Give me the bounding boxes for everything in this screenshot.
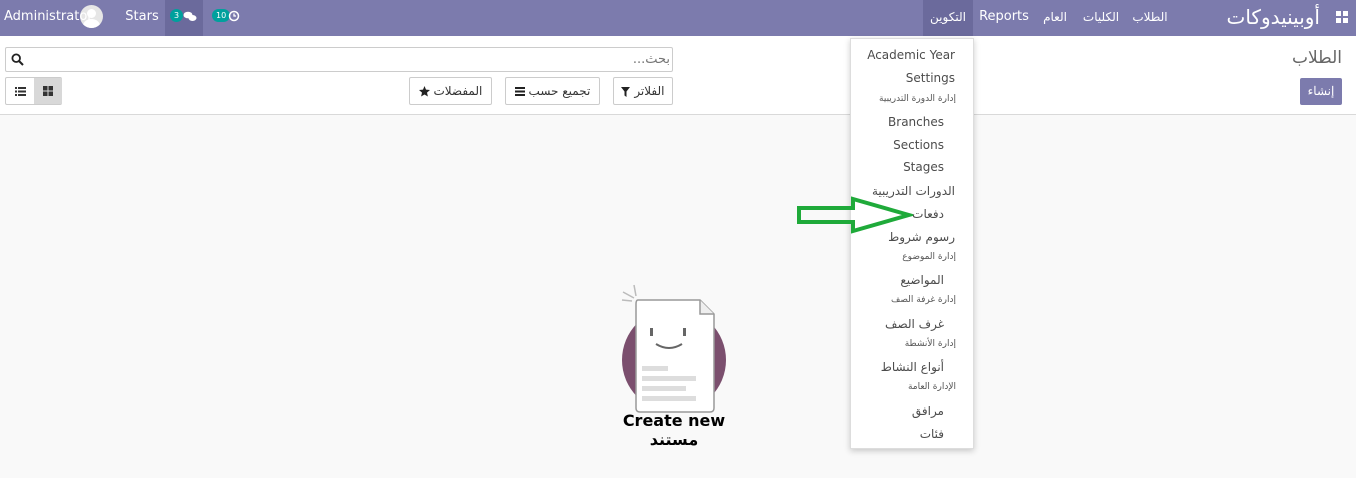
menu-colleges[interactable]: الكليات [1080,0,1122,36]
dropdown-item-subjects[interactable]: المواضيع [900,273,944,287]
list-view-button[interactable] [6,78,34,104]
list-icon [15,87,26,96]
bars-icon [514,87,525,96]
chat-bubbles-icon [183,11,197,21]
control-panel: الطلاب إنشاء الفلاتر تجميع حسب المفضلات [0,36,1356,115]
empty-state-message[interactable]: Create new مستند [601,411,747,449]
messages-menu[interactable]: 3 [165,0,203,36]
menu-students[interactable]: الطلاب [1128,0,1172,36]
smiling-document-icon [635,299,715,413]
dropdown-header-course-management: إدارة الدورة التدريبية [879,94,956,104]
filter-icon [621,86,631,97]
view-switcher [5,77,62,105]
search-icon[interactable] [11,53,24,66]
dropdown-item-sections[interactable]: Sections [893,138,944,152]
menu-configuration[interactable]: التكوين [923,0,973,36]
dropdown-header-classroom-management: إدارة غرفة الصف [891,295,956,305]
clock-icon [228,10,240,22]
breadcrumb: الطلاب [1292,48,1342,68]
dropdown-item-activity-types[interactable]: أنواع النشاط [881,360,944,374]
dropdown-item-facilities[interactable]: مرافق [912,404,944,418]
search-bar [5,47,673,72]
search-input[interactable] [30,50,670,69]
menu-general[interactable]: العام [1040,0,1070,36]
stars-label[interactable]: Stars [124,0,160,36]
user-name[interactable]: Administrator [4,0,93,36]
dropdown-item-branches[interactable]: Branches [888,115,944,129]
dropdown-item-categories[interactable]: فئات [920,427,944,441]
dropdown-item-stages[interactable]: Stages [903,160,944,174]
favorites-label: المفضلات [433,84,483,98]
menu-reports[interactable]: Reports [976,0,1032,36]
dropdown-item-settings[interactable]: Settings [906,71,955,85]
filters-label: الفلاتر [634,84,665,98]
dropdown-item-classrooms[interactable]: غرف الصف [885,317,944,331]
messages-badge: 3 [170,9,184,22]
dropdown-item-batches[interactable]: دفعات [912,207,944,221]
activity-menu[interactable]: 10 [208,0,246,36]
favorites-button[interactable]: المفضلات [409,77,492,105]
dropdown-header-activity-management: إدارة الأنشطة [904,339,956,349]
group-by-button[interactable]: تجميع حسب [505,77,600,105]
configuration-dropdown: Academic Year Settings إدارة الدورة التد… [850,38,974,449]
filters-button[interactable]: الفلاتر [613,77,673,105]
star-icon [418,86,430,97]
brand-title[interactable]: أوبينيدوكات [1210,0,1321,36]
dropdown-item-academic-year[interactable]: Academic Year [867,48,955,62]
top-navbar: أوبينيدوكات الطلاب الكليات العام Reports… [0,0,1356,36]
kanban-view-button[interactable] [34,78,62,104]
group-by-label: تجميع حسب [528,84,591,98]
green-arrow-annotation [797,196,913,234]
apps-menu-icon[interactable] [1336,11,1348,23]
create-button[interactable]: إنشاء [1300,78,1342,105]
dropdown-header-general-management: الإدارة العامة [907,382,956,392]
kanban-grid-icon [43,86,53,96]
dropdown-header-subject-management: إدارة الموضوع [902,252,956,262]
